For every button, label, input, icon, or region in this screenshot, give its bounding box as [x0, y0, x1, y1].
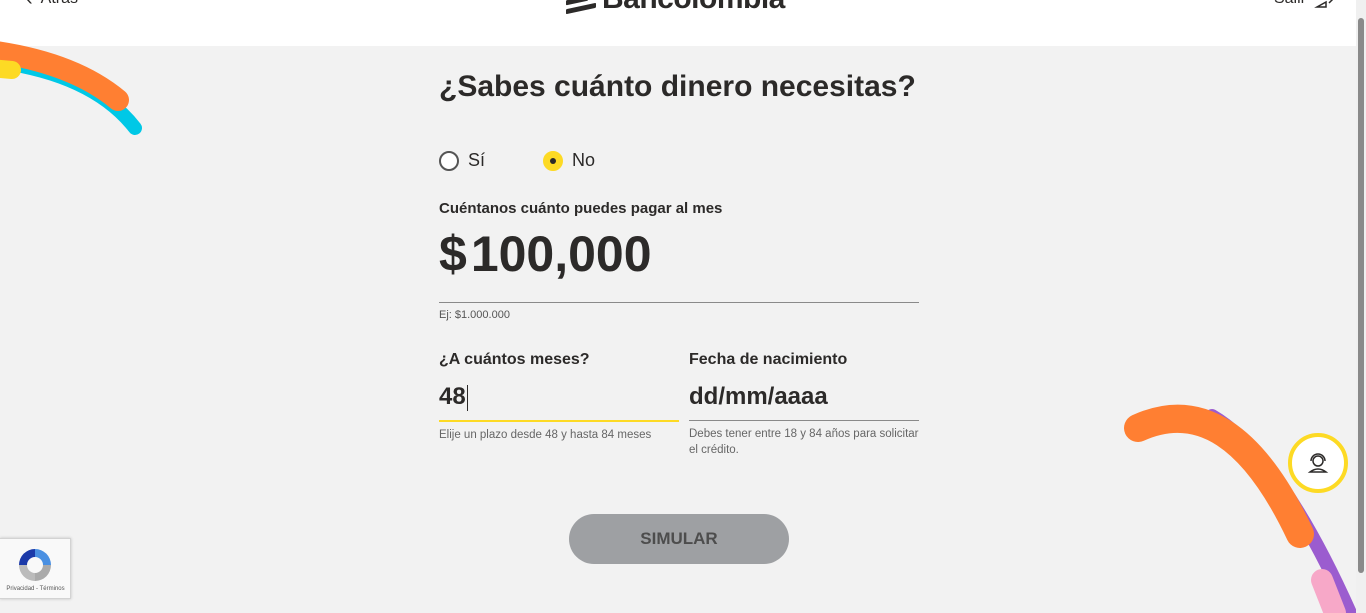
brand-name: Bancolombia — [602, 0, 785, 16]
page-title: ¿Sabes cuánto dinero necesitas? — [439, 70, 916, 103]
months-label: ¿A cuántos meses? — [439, 351, 590, 368]
radio-circle-icon[interactable] — [439, 150, 459, 171]
page-scrollbar[interactable] — [1356, 0, 1366, 613]
birthdate-underline — [689, 420, 919, 421]
exit-label: Salir — [1274, 0, 1306, 8]
back-label: Atrás — [41, 0, 78, 8]
recaptcha-logo-icon — [19, 549, 51, 581]
birthdate-field: Fecha de nacimiento dd/mm/aaaa Debes ten… — [689, 351, 919, 458]
brand-logo: Bancolombia — [566, 0, 785, 16]
exit-link[interactable]: Salir — [1274, 0, 1334, 9]
months-value: 48 — [439, 383, 466, 410]
back-link[interactable]: ‹ Atrás — [26, 0, 78, 9]
text-caret — [466, 384, 468, 411]
assistant-button[interactable] — [1288, 433, 1348, 493]
bancolombia-logo-icon — [566, 0, 596, 15]
birthdate-input[interactable]: dd/mm/aaaa — [689, 383, 919, 413]
chevron-left-icon: ‹ — [26, 0, 33, 9]
radio-option-no[interactable]: No — [543, 150, 595, 171]
payment-hint: Ej: $1.000.000 — [439, 309, 510, 321]
know-amount-radio-group: Sí No — [439, 150, 595, 171]
radio-circle-selected-icon[interactable] — [543, 150, 564, 171]
payment-amount-value: 100,000 — [470, 226, 652, 282]
agent-headset-icon — [1307, 453, 1329, 473]
payment-label: Cuéntanos cuánto puedes pagar al mes — [439, 200, 723, 217]
months-field: ¿A cuántos meses? 48 Elije un plazo desd… — [439, 351, 679, 443]
payment-underline — [439, 302, 919, 303]
months-underline — [439, 420, 679, 422]
radio-label-si: Sí — [468, 150, 486, 170]
radio-option-si[interactable]: Sí — [439, 150, 485, 171]
months-help: Elije un plazo desde 48 y hasta 84 meses — [439, 429, 652, 441]
scrollbar-thumb[interactable] — [1358, 18, 1364, 573]
exit-door-icon — [1314, 0, 1334, 8]
simulate-button[interactable]: SIMULAR — [569, 514, 789, 564]
decorative-stripes-left — [0, 41, 142, 135]
currency-symbol: $ — [439, 226, 467, 282]
birthdate-help: Debes tener entre 18 y 84 años para soli… — [689, 428, 919, 456]
top-bar: ‹ Atrás Bancolombia Salir — [0, 0, 1356, 46]
birthdate-label: Fecha de nacimiento — [689, 351, 848, 368]
months-input[interactable]: 48 — [439, 383, 679, 413]
recaptcha-footer[interactable]: Privacidad - Términos — [0, 586, 71, 592]
payment-amount-input[interactable]: $ 100,000 — [439, 225, 652, 283]
recaptcha-badge[interactable]: Privacidad - Términos — [0, 538, 71, 599]
radio-label-no: No — [572, 150, 596, 170]
decorative-stripes-right — [1124, 404, 1356, 613]
